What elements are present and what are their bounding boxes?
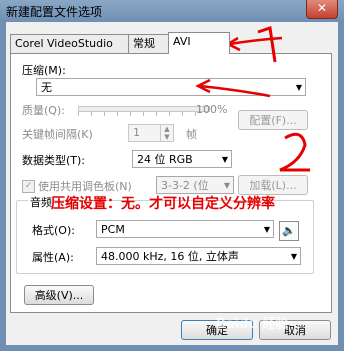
annotation-note: 压缩设置：无。才可以自定义分辨率 (51, 196, 275, 212)
tab-avi[interactable]: AVI (168, 32, 230, 54)
annotation-numeral-1 (257, 26, 277, 63)
annotation-numeral-2 (279, 132, 310, 172)
watermark: Baidu 经验 (216, 317, 289, 332)
